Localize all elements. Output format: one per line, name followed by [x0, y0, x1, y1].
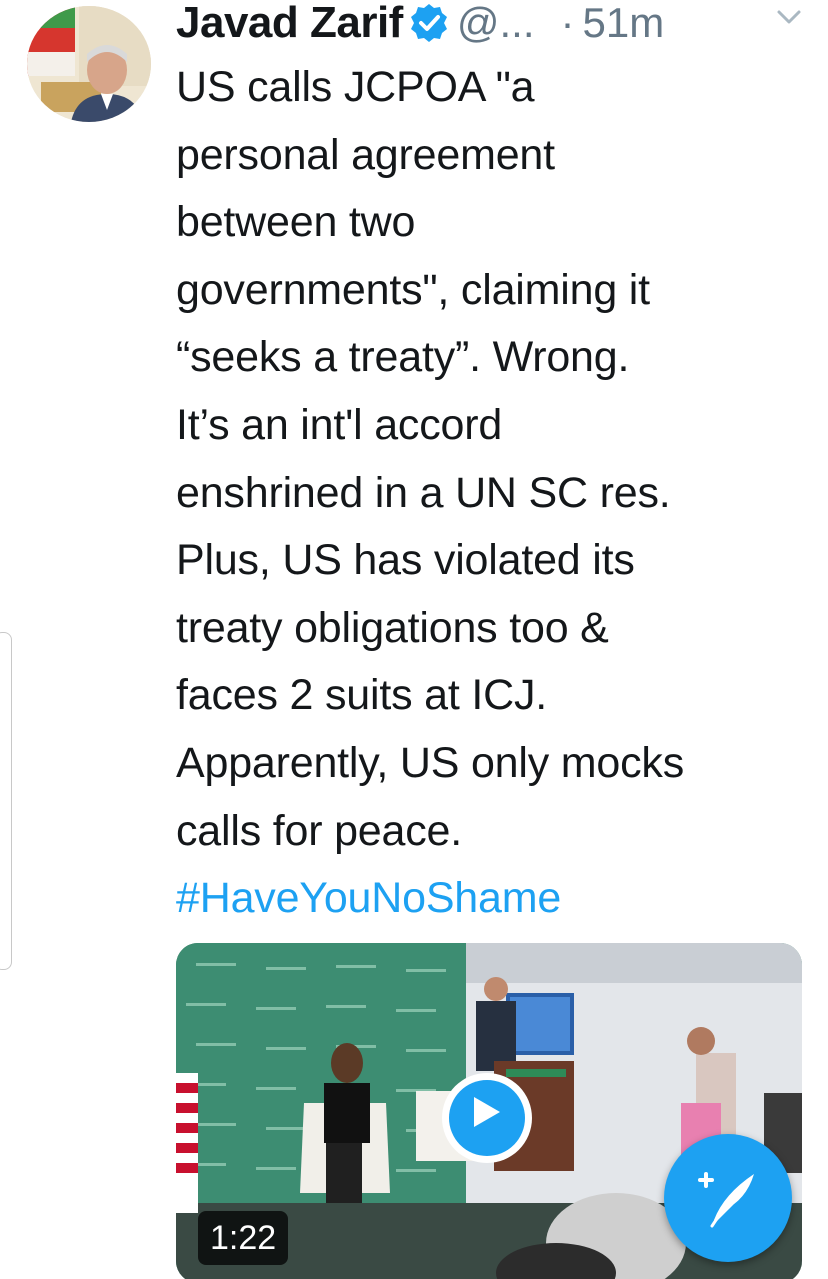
- tweet-text-line: Apparently, US only mocks: [176, 738, 685, 787]
- tweet-text-line: governments", claiming it: [176, 265, 650, 314]
- chevron-down-icon[interactable]: [776, 8, 802, 26]
- tweet-text-line: calls for peace.: [176, 806, 463, 855]
- tweet-text-line: “seeks a treaty”. Wrong.: [176, 333, 630, 382]
- tweet-text-line: treaty obligations too &: [176, 603, 609, 652]
- hashtag-link[interactable]: #HaveYouNoShame: [176, 865, 816, 933]
- video-duration-badge: 1:22: [198, 1211, 289, 1265]
- author-handle[interactable]: @...: [457, 0, 535, 47]
- avatar-photo: [27, 6, 151, 122]
- tweet-text-line: US calls JCPOA "a: [176, 63, 535, 111]
- tweet-text-line: faces 2 suits at ICJ.: [176, 671, 548, 720]
- avatar[interactable]: [27, 6, 151, 122]
- tweet-text-line: It’s an int'l accord: [176, 400, 503, 449]
- compose-tweet-button[interactable]: [664, 1134, 792, 1262]
- tweet-text-line: enshrined in a UN SC res.: [176, 468, 671, 517]
- tweet-header: Javad Zarif @... · 51m: [176, 0, 664, 52]
- scroll-indicator[interactable]: [0, 632, 12, 970]
- author-name[interactable]: Javad Zarif: [176, 0, 403, 48]
- header-separator: ·: [560, 0, 575, 46]
- tweet-text-line: personal agreement: [176, 130, 555, 179]
- play-button[interactable]: [442, 1073, 532, 1163]
- tweet-body: US calls JCPOA "a personal agreement bet…: [176, 54, 816, 933]
- tweet-text-line: between two: [176, 198, 416, 247]
- tweet-screen: Javad Zarif @... · 51m US calls JCPOA "a…: [0, 0, 828, 1279]
- tweet-text-line: Plus, US has violated its: [176, 536, 635, 585]
- tweet-timestamp[interactable]: 51m: [583, 0, 665, 47]
- verified-badge-icon: [409, 3, 449, 43]
- play-icon: [474, 1097, 500, 1127]
- compose-tweet-icon: [698, 1172, 754, 1228]
